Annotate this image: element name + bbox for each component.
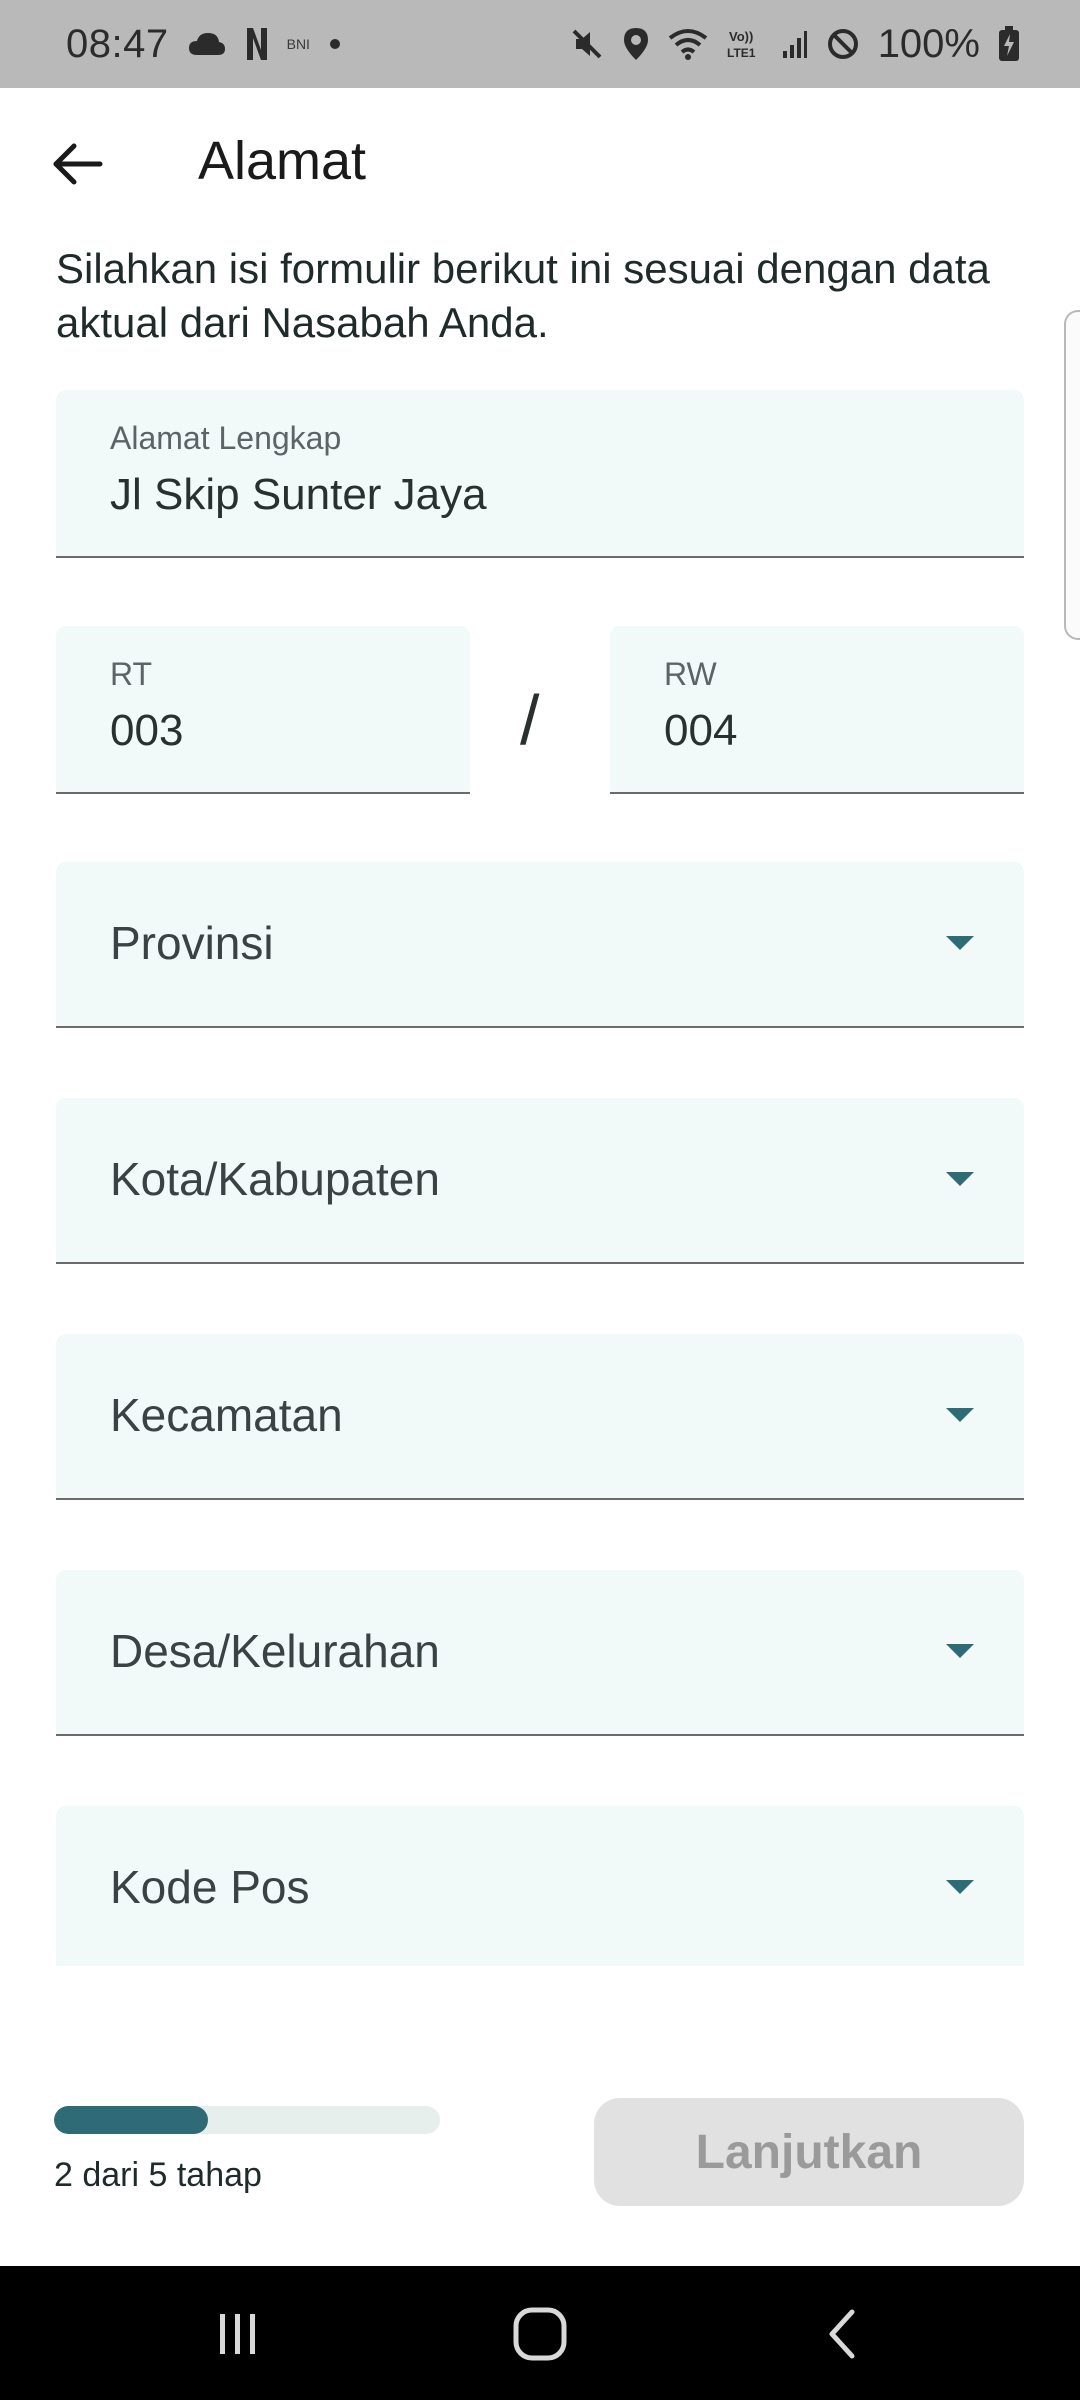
address-field[interactable]: Alamat Lengkap Jl Skip Sunter Jaya (56, 390, 1024, 558)
svg-text:LTE1: LTE1 (727, 46, 756, 60)
status-left: 08:47 BNI (66, 22, 342, 67)
progress-fill (54, 2106, 209, 2134)
status-bar: 08:47 BNI Vo)) LTE1 100% (0, 0, 1080, 88)
progress-text: 2 dari 5 tahap (54, 2156, 262, 2194)
battery-percent: 100% (877, 21, 980, 66)
volte-icon: Vo)) LTE1 (726, 27, 764, 61)
rt-rw-separator: / (520, 681, 540, 759)
rw-label: RW (664, 656, 717, 692)
progress-bar (54, 2106, 440, 2134)
province-select[interactable]: Provinsi (56, 862, 1024, 1028)
signal-icon (782, 29, 808, 59)
netflix-icon (245, 26, 269, 62)
recent-apps-icon (220, 2314, 255, 2354)
city-select-label: Kota/Kabupaten (110, 1153, 440, 1205)
recent-apps-button[interactable] (188, 2294, 288, 2374)
caret-down-icon (946, 1880, 974, 1894)
cloud-icon (187, 31, 227, 57)
district-select[interactable]: Kecamatan (56, 1334, 1024, 1500)
rw-value: 004 (664, 706, 738, 755)
village-select-label: Desa/Kelurahan (110, 1625, 440, 1677)
continue-button[interactable]: Lanjutkan (594, 2098, 1024, 2206)
mute-icon (570, 27, 604, 61)
bni-label: BNI (286, 36, 310, 52)
rw-field[interactable]: RW 004 (610, 626, 1024, 794)
back-nav-button[interactable] (792, 2294, 892, 2374)
app-bar: Alamat (0, 88, 1080, 240)
province-select-label: Provinsi (110, 917, 274, 969)
back-nav-icon (829, 2309, 855, 2359)
caret-down-icon (946, 1644, 974, 1658)
caret-down-icon (946, 1408, 974, 1422)
home-button[interactable] (490, 2294, 590, 2374)
city-select[interactable]: Kota/Kabupaten (56, 1098, 1024, 1264)
district-select-label: Kecamatan (110, 1389, 343, 1441)
postal-code-select[interactable]: Kode Pos (56, 1806, 1024, 1966)
caret-down-icon (946, 936, 974, 950)
home-icon (513, 2307, 567, 2361)
arrow-left-icon (53, 143, 103, 185)
rt-value: 003 (110, 706, 184, 755)
battery-charging-icon (998, 26, 1020, 62)
scrollbar[interactable] (1064, 310, 1080, 640)
svg-text:Vo)): Vo)) (729, 29, 753, 44)
intro-text: Silahkan isi formulir berikut ini sesuai… (56, 245, 990, 346)
address-label: Alamat Lengkap (110, 420, 342, 456)
rt-label: RT (110, 656, 153, 692)
wifi-icon (668, 28, 708, 60)
dot-icon (328, 37, 342, 51)
caret-down-icon (946, 1172, 974, 1186)
bni-icon: BNI (287, 36, 310, 52)
navigation-bar (0, 2266, 1080, 2400)
back-button[interactable] (50, 136, 106, 192)
postal-code-select-label: Kode Pos (110, 1861, 310, 1913)
rt-field[interactable]: RT 003 (56, 626, 470, 794)
status-right: Vo)) LTE1 100% (570, 22, 1020, 67)
location-icon (622, 26, 650, 62)
address-value: Jl Skip Sunter Jaya (110, 470, 487, 519)
dnd-icon (826, 27, 860, 61)
village-select[interactable]: Desa/Kelurahan (56, 1570, 1024, 1736)
status-time: 08:47 (66, 21, 169, 66)
page-title: Alamat (198, 131, 367, 191)
